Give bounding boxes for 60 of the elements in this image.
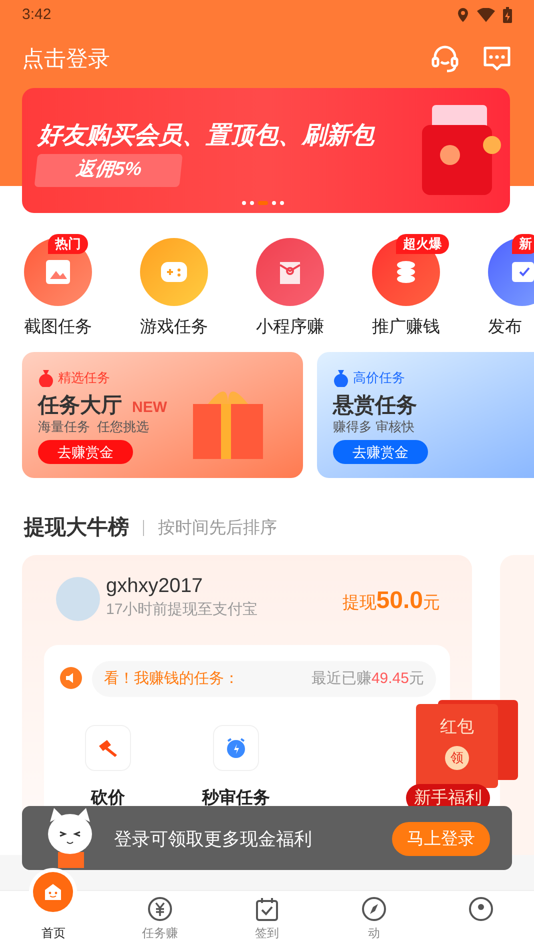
speaker-icon bbox=[60, 667, 82, 689]
card-title: 任务大厅 bbox=[38, 393, 122, 419]
toast-message: 登录可领取更多现金福利 bbox=[114, 828, 312, 851]
earn-button[interactable]: 去赚赏金 bbox=[38, 440, 133, 464]
earned-text: 最近已赚49.45元 bbox=[311, 668, 424, 689]
card-title: 悬赏任务 bbox=[333, 393, 417, 419]
promo-card[interactable]: 精选任务 任务大厅 NEW 海量任务 任您挑选 去赚赏金 bbox=[22, 352, 303, 478]
shortcut-badge: 新 bbox=[512, 234, 534, 254]
new-label: NEW bbox=[132, 398, 167, 418]
shortcut-item[interactable]: 超火爆 推广赚钱 bbox=[348, 234, 464, 340]
task-label: 砍价 bbox=[91, 787, 125, 809]
card-subtitle: 海量任务 任您挑选 bbox=[38, 418, 150, 436]
shortcut-label: 推广赚钱 bbox=[372, 316, 440, 338]
shortcut-badge: 热门 bbox=[48, 234, 88, 254]
task-item[interactable]: 砍价 bbox=[64, 725, 152, 810]
shortcut-item[interactable]: 热门 截图任务 bbox=[0, 234, 116, 340]
alarm-clock-icon bbox=[213, 725, 259, 771]
money-bag-icon bbox=[333, 368, 349, 387]
banner-ribbon: 返佣5% bbox=[34, 154, 184, 186]
shortcut-label: 小程序赚 bbox=[256, 316, 324, 338]
shortcut-item[interactable]: 游戏任务 bbox=[116, 234, 232, 340]
compass-icon bbox=[360, 896, 387, 922]
nav-tab[interactable]: 任务赚 bbox=[106, 868, 214, 950]
envelope-seal: 领 bbox=[445, 746, 469, 770]
shortcut-item[interactable]: 新 发布 bbox=[464, 234, 534, 340]
task-label: 秒审任务 bbox=[202, 787, 270, 809]
shortcut-label: 发布 bbox=[488, 316, 522, 338]
username: gxhxy2017 bbox=[106, 574, 203, 599]
nav-tab[interactable]: 签到 bbox=[214, 868, 320, 950]
shortcut-item[interactable]: 小程序赚 bbox=[232, 234, 348, 340]
yuan-icon bbox=[147, 896, 174, 922]
status-time: 3:42 bbox=[22, 4, 52, 25]
section-subtitle: 按时间先后排序 bbox=[158, 517, 277, 539]
card-tag: 精选任务 bbox=[58, 368, 110, 388]
nav-tab[interactable]: 首页 bbox=[0, 868, 107, 950]
battery-icon bbox=[503, 7, 512, 23]
message-icon[interactable] bbox=[482, 44, 512, 72]
shortcut-label: 截图任务 bbox=[24, 316, 92, 338]
headset-icon[interactable] bbox=[430, 44, 460, 72]
earn-button[interactable]: 去赚赏金 bbox=[333, 440, 428, 464]
nav-tab[interactable]: 动 bbox=[320, 868, 428, 950]
money-bag-icon bbox=[38, 368, 54, 387]
withdraw-detail: 17小时前提现至支付宝 bbox=[106, 600, 258, 620]
card-subtitle: 赚得多 审核快 bbox=[333, 418, 415, 436]
task-item[interactable]: 秒审任务 bbox=[192, 725, 280, 810]
notice-text: 看！我赚钱的任务： bbox=[104, 668, 239, 689]
shortcut-label: 游戏任务 bbox=[140, 316, 208, 338]
promo-card[interactable]: 高价任务 悬赏任务 赚得多 审核快 去赚赏金 bbox=[317, 352, 534, 478]
calendar-icon bbox=[254, 896, 280, 922]
withdraw-amount: 提现50.0元 bbox=[342, 586, 440, 616]
profile-icon bbox=[468, 896, 494, 922]
shortcut-badge: 超火爆 bbox=[396, 234, 449, 254]
banner-headline: 好友购买会员、置顶包、刷新包 bbox=[38, 121, 374, 151]
card-tag: 高价任务 bbox=[353, 368, 405, 388]
envelope-title: 红包 bbox=[440, 716, 474, 738]
wifi-icon bbox=[477, 8, 495, 22]
location-icon bbox=[457, 7, 469, 23]
avatar bbox=[56, 577, 100, 621]
section-title: 提现大牛榜 bbox=[24, 515, 129, 541]
axe-icon bbox=[85, 725, 131, 771]
